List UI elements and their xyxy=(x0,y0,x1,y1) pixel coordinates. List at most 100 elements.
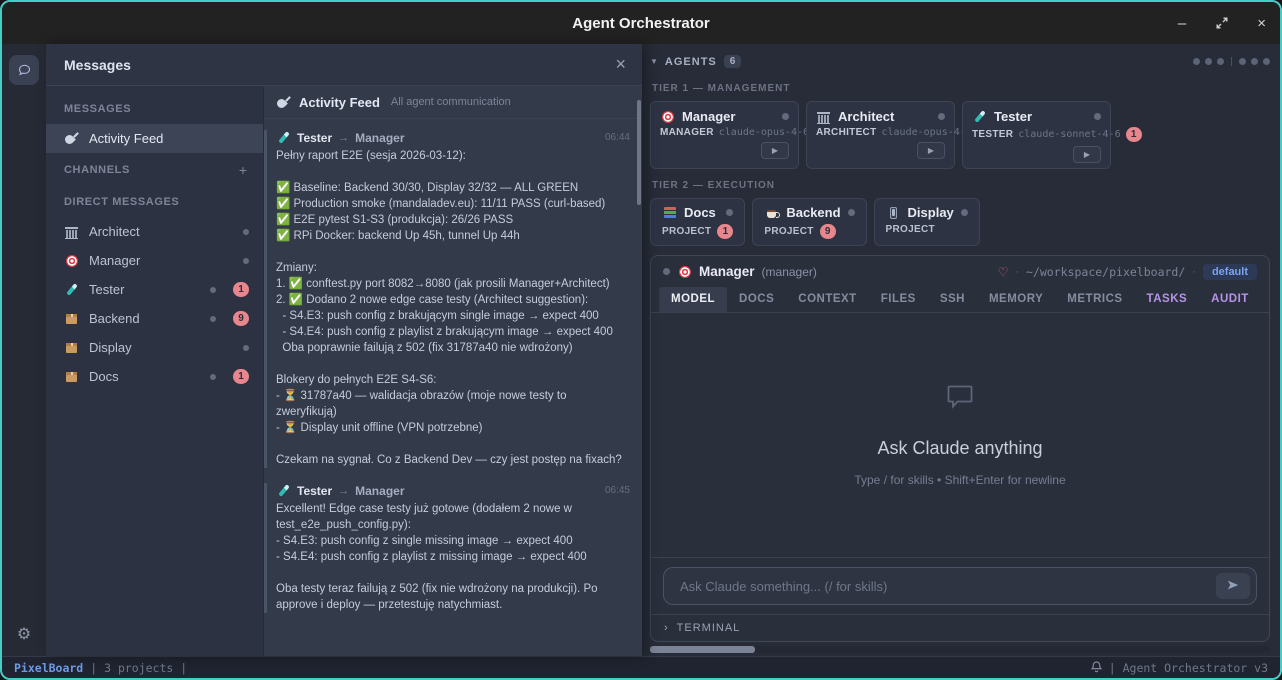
message-sender: Tester xyxy=(297,484,332,498)
dm-item-architect[interactable]: Architect xyxy=(46,217,263,246)
agent-model: claude-opus-4-6 xyxy=(719,127,809,138)
horizontal-scrollbar[interactable] xyxy=(650,646,1270,653)
window-title: Agent Orchestrator xyxy=(572,15,710,32)
chat-input[interactable] xyxy=(678,578,1208,595)
presence-dot xyxy=(210,374,216,380)
play-button[interactable]: ▶ xyxy=(917,142,945,159)
status-dot xyxy=(1239,58,1246,65)
tier2-cards: Docs PROJECT 1 Backend PROJE xyxy=(650,198,1270,246)
dm-item-tester[interactable]: Tester 1 xyxy=(46,275,263,304)
tab-memory[interactable]: MEMORY xyxy=(977,287,1055,312)
close-button[interactable]: × xyxy=(1257,16,1266,31)
terminal-label: TERMINAL xyxy=(677,622,741,634)
dot-separator: · xyxy=(1015,266,1019,278)
agent-card-manager[interactable]: Manager MANAGER claude-opus-4-6 ▶ xyxy=(650,101,799,169)
send-button[interactable] xyxy=(1216,573,1250,599)
target-icon xyxy=(677,264,692,279)
dm-item-docs[interactable]: Docs 1 xyxy=(46,362,263,391)
plus-icon: + xyxy=(239,162,247,178)
test-tube-icon xyxy=(64,282,79,297)
presence-dot xyxy=(210,316,216,322)
main-area: ⚙ Messages × MESSAGES Activity Feed xyxy=(2,44,1280,656)
mobile-phone-icon xyxy=(886,205,901,220)
agent-model: claude-opus-4-6 xyxy=(881,127,971,138)
gear-icon: ⚙ xyxy=(17,626,31,643)
status-dot xyxy=(782,113,789,120)
sidebar-item-activity-feed[interactable]: Activity Feed xyxy=(46,124,263,153)
agent-card-tester[interactable]: Tester TESTER claude-sonnet-4-6 1 ▶ xyxy=(962,101,1111,169)
status-dot xyxy=(1217,58,1224,65)
chat-input-section xyxy=(651,557,1269,614)
feed-scrollbar-thumb[interactable] xyxy=(637,100,641,205)
dm-item-display[interactable]: Display xyxy=(46,333,263,362)
collapse-caret-icon[interactable]: ▼ xyxy=(650,57,658,66)
heart-icon[interactable]: ♡ xyxy=(998,265,1009,279)
agents-header: ▼ AGENTS 6 xyxy=(650,51,1270,72)
tab-metrics[interactable]: METRICS xyxy=(1055,287,1134,312)
agent-name: Docs xyxy=(684,205,716,220)
app-name[interactable]: PixelBoard xyxy=(14,661,83,675)
tab-ssh[interactable]: SSH xyxy=(928,287,977,312)
agent-role: PROJECT xyxy=(662,226,711,237)
manager-session-panel: Manager (manager) ♡ · ~/workspace/pixelb… xyxy=(650,255,1270,642)
satellite-dish-icon xyxy=(276,95,291,110)
play-button[interactable]: ▶ xyxy=(1073,146,1101,163)
manager-panel-title: Manager xyxy=(699,264,755,279)
dm-item-label: Tester xyxy=(89,282,124,297)
tab-tasks[interactable]: TASKS xyxy=(1135,287,1200,312)
agent-role: PROJECT xyxy=(886,224,935,235)
agent-card-display[interactable]: Display PROJECT xyxy=(874,198,980,246)
presence-dot xyxy=(210,287,216,293)
drawer-close-button[interactable]: × xyxy=(615,54,626,75)
profile-badge[interactable]: default xyxy=(1203,264,1257,280)
status-bar-right: | Agent Orchestrator v3 xyxy=(1090,660,1268,676)
agent-card-backend[interactable]: Backend PROJECT 9 xyxy=(752,198,866,246)
tier1-cards: Manager MANAGER claude-opus-4-6 ▶ Archit… xyxy=(650,101,1270,169)
manager-tabs: MODEL DOCS CONTEXT FILES SSH MEMORY METR… xyxy=(651,287,1269,313)
minimize-button[interactable]: – xyxy=(1178,16,1186,31)
chat-bubble-icon xyxy=(945,383,975,416)
test-tube-icon xyxy=(276,130,291,145)
sidebar-item-label: Activity Feed xyxy=(89,131,163,146)
status-dot xyxy=(663,268,670,275)
horizontal-scrollbar-thumb[interactable] xyxy=(650,646,755,653)
window-controls: – × xyxy=(1178,2,1266,44)
tab-context[interactable]: CONTEXT xyxy=(786,287,868,312)
status-dot xyxy=(726,209,733,216)
add-channel-button[interactable]: + xyxy=(239,162,247,178)
messages-sidebar: MESSAGES Activity Feed CHANNELS + DIRECT… xyxy=(46,86,264,656)
unread-badge: 1 xyxy=(233,369,249,384)
play-icon: ▶ xyxy=(928,146,934,155)
tab-docs[interactable]: DOCS xyxy=(727,287,786,312)
bell-icon[interactable] xyxy=(1090,660,1103,676)
agents-panel: ▼ AGENTS 6 TIER 1 — MANAGEMENT xyxy=(642,44,1280,656)
dm-item-backend[interactable]: Backend 9 xyxy=(46,304,263,333)
presence-dot xyxy=(243,345,249,351)
status-dot xyxy=(961,209,968,216)
messages-rail-button[interactable] xyxy=(9,55,39,85)
agents-label: AGENTS xyxy=(665,56,717,68)
test-tube-icon xyxy=(276,483,291,498)
feed-message: Tester → Manager 06:45 Excellent! Edge c… xyxy=(264,483,630,613)
play-button[interactable]: ▶ xyxy=(761,142,789,159)
agents-count-badge: 6 xyxy=(724,55,742,68)
agent-card-architect[interactable]: Architect ARCHITECT claude-opus-4-6 ▶ xyxy=(806,101,955,169)
terminal-toggle[interactable]: › TERMINAL xyxy=(651,614,1269,641)
target-icon xyxy=(64,253,79,268)
settings-button[interactable]: ⚙ xyxy=(17,624,31,644)
maximize-button[interactable] xyxy=(1214,16,1229,31)
tab-files[interactable]: FILES xyxy=(869,287,928,312)
status-dot xyxy=(1205,58,1212,65)
dm-item-manager[interactable]: Manager xyxy=(46,246,263,275)
agent-card-docs[interactable]: Docs PROJECT 1 xyxy=(650,198,745,246)
drawer-header: Messages × xyxy=(46,44,642,86)
close-icon: × xyxy=(615,54,626,74)
status-dot xyxy=(1251,58,1258,65)
workspace-path: ~/workspace/pixelboard/ xyxy=(1026,265,1185,279)
tab-model[interactable]: MODEL xyxy=(659,287,727,312)
status-bar-left: PixelBoard | 3 projects | xyxy=(14,661,187,675)
arrow-icon: → xyxy=(338,485,349,497)
tab-audit[interactable]: AUDIT xyxy=(1199,287,1261,312)
message-body: Excellent! Edge case testy już gotowe (d… xyxy=(276,501,630,613)
satellite-dish-icon xyxy=(64,131,79,146)
